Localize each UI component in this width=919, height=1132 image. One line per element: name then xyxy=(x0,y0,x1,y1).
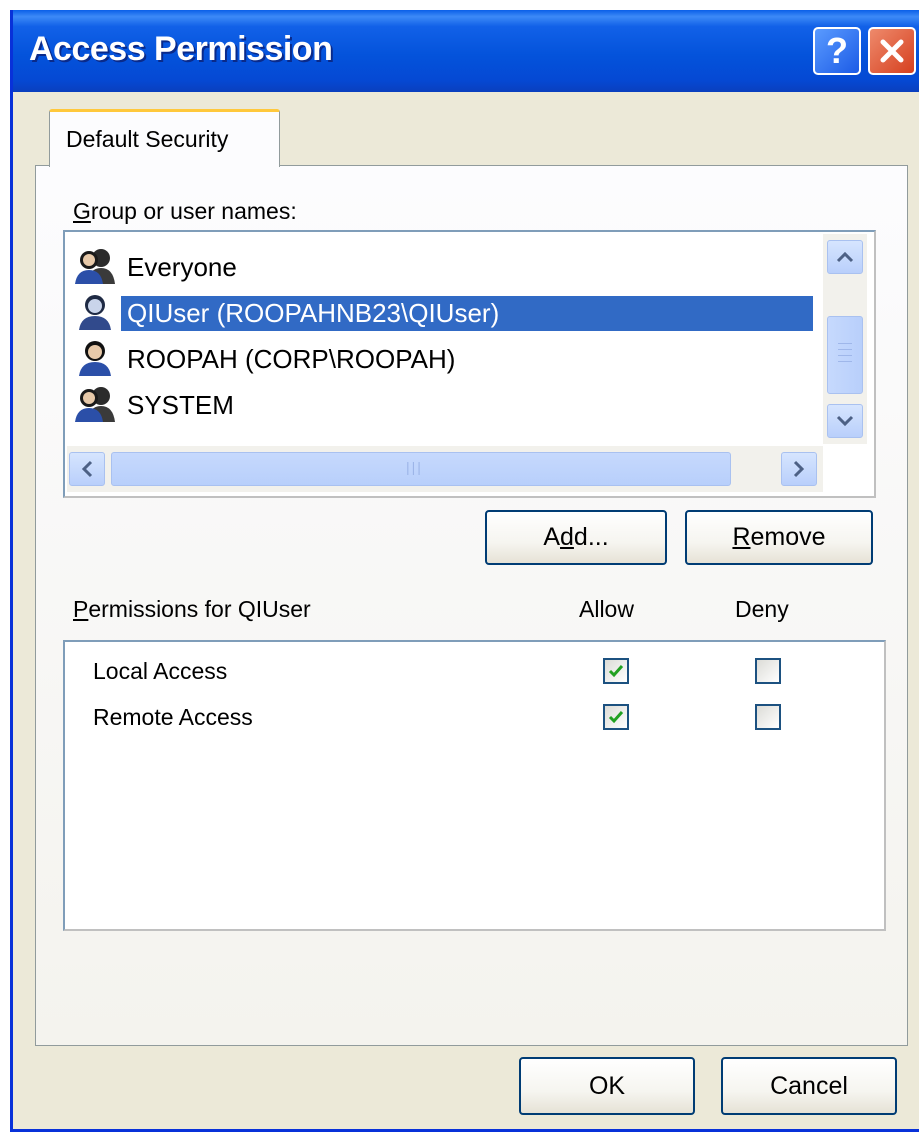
help-icon: ? xyxy=(826,30,848,71)
list-item-everyone[interactable]: Everyone xyxy=(73,244,813,288)
remote-access-allow-checkbox[interactable] xyxy=(603,704,629,730)
chevron-up-icon xyxy=(836,251,854,263)
grip-icon: — — — — xyxy=(838,334,854,368)
chevron-left-icon xyxy=(81,460,93,478)
scroll-up-button[interactable] xyxy=(827,240,863,274)
allow-column-header: Allow xyxy=(579,596,634,622)
horizontal-scroll-thumb[interactable]: ||| xyxy=(111,452,731,486)
user-name: Everyone xyxy=(127,252,237,282)
vertical-scroll-thumb[interactable]: — — — — xyxy=(827,316,863,394)
local-access-allow-checkbox[interactable] xyxy=(603,658,629,684)
user-icon xyxy=(79,341,111,376)
scroll-right-button[interactable] xyxy=(781,452,817,486)
close-icon xyxy=(880,39,904,63)
user-name: ROOPAH (CORP\ROOPAH) xyxy=(127,344,456,374)
user-group-icon xyxy=(75,249,115,284)
user-name: QIUser (ROOPAHNB23\QIUser) xyxy=(121,296,813,331)
remote-access-deny-checkbox[interactable] xyxy=(755,704,781,730)
tab-default-security[interactable]: Default Security xyxy=(49,109,280,167)
scroll-left-button[interactable] xyxy=(69,452,105,486)
user-group-icon xyxy=(75,387,115,422)
user-list[interactable]: Everyone QIUser (ROOPAHNB23\QIUser) ROOP… xyxy=(63,230,876,498)
permissions-list: Local Access Remote Access xyxy=(63,640,886,931)
access-permission-dialog: Access Permission ? Default Security Gro… xyxy=(10,10,919,1132)
remove-button[interactable]: Remove xyxy=(685,510,873,565)
list-item-system[interactable]: SYSTEM xyxy=(73,382,813,426)
list-item-roopah[interactable]: ROOPAH (CORP\ROOPAH) xyxy=(73,336,813,380)
tab-label: Default Security xyxy=(66,126,229,152)
cancel-button[interactable]: Cancel xyxy=(721,1057,897,1115)
scroll-down-button[interactable] xyxy=(827,404,863,438)
permission-remote-access-label: Remote Access xyxy=(93,704,253,730)
ok-button[interactable]: OK xyxy=(519,1057,695,1115)
add-button[interactable]: Add... xyxy=(485,510,667,565)
deny-column-header: Deny xyxy=(735,596,789,622)
chevron-right-icon xyxy=(793,460,805,478)
permissions-label: Permissions for QIUser xyxy=(73,596,311,622)
close-button[interactable] xyxy=(868,27,916,75)
horizontal-scrollbar[interactable]: ||| xyxy=(67,446,823,492)
list-item-qiuser[interactable]: QIUser (ROOPAHNB23\QIUser) xyxy=(73,290,813,334)
user-name: SYSTEM xyxy=(127,390,234,420)
local-access-deny-checkbox[interactable] xyxy=(755,658,781,684)
checkmark-icon xyxy=(608,711,624,724)
help-button[interactable]: ? xyxy=(813,27,861,75)
user-icon xyxy=(79,295,111,330)
vertical-scrollbar[interactable]: — — — — xyxy=(823,234,867,444)
window-title: Access Permission xyxy=(29,30,333,68)
grip-icon: ||| xyxy=(406,459,423,475)
chevron-down-icon xyxy=(836,415,854,427)
permission-local-access-label: Local Access xyxy=(93,658,228,684)
group-or-user-names-label: Group or user names: xyxy=(73,198,297,224)
title-bar[interactable]: Access Permission ? xyxy=(13,10,919,92)
checkmark-icon xyxy=(608,665,624,678)
